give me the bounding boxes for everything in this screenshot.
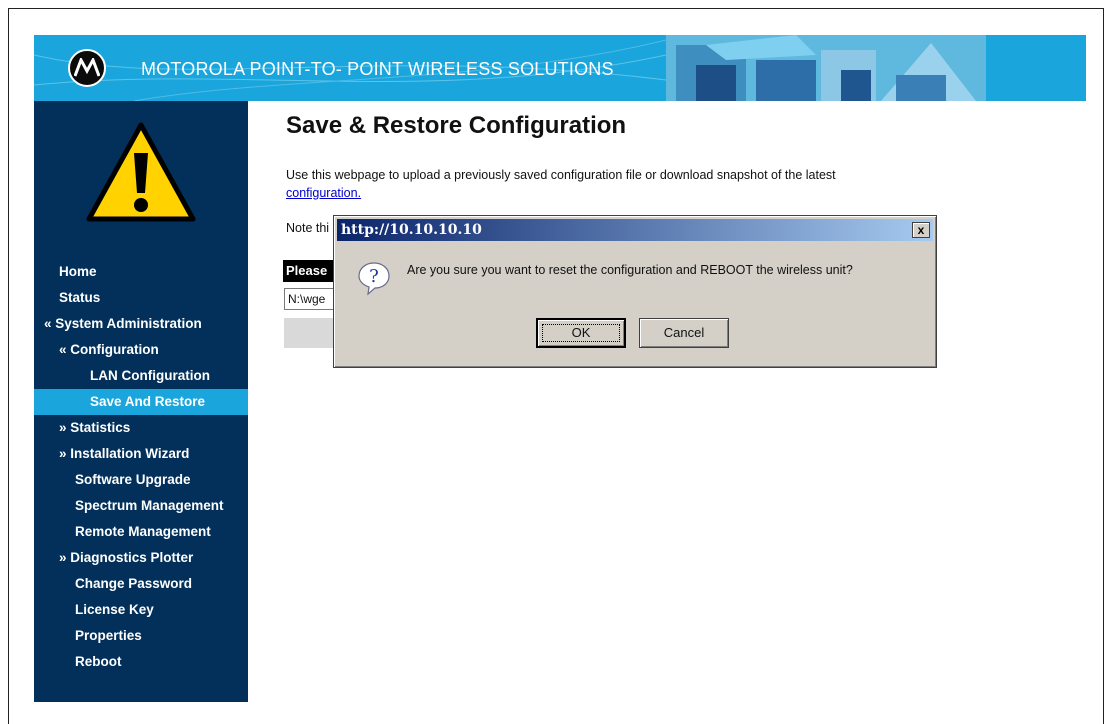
sidebar: Home Status « System Administration « Co… [34,101,248,702]
warning-triangle-icon [86,122,196,222]
sidebar-item-status[interactable]: Status [34,285,248,311]
page-description: Use this webpage to upload a previously … [286,166,936,202]
sidebar-item-home[interactable]: Home [34,259,248,285]
banner-title: MOTOROLA POINT-TO- POINT WIRELESS SOLUTI… [141,59,614,79]
banner-skyline-art [666,35,986,101]
sidebar-item-configuration[interactable]: « Configuration [34,337,248,363]
question-icon: ? [358,262,390,296]
sidebar-item-installation-wizard[interactable]: » Installation Wizard [34,441,248,467]
cancel-button[interactable]: Cancel [639,318,729,348]
dialog-message: Are you sure you want to reset the confi… [407,263,853,277]
header-banner: MOTOROLA POINT-TO- POINT WIRELESS SOLUTI… [34,35,1086,101]
sidebar-item-properties[interactable]: Properties [34,623,248,649]
dialog-title: http://10.10.10.10 [341,222,482,238]
description-text: Use this webpage to upload a previously … [286,168,836,182]
sidebar-item-lan-configuration[interactable]: LAN Configuration [34,363,248,389]
confirm-dialog: http://10.10.10.10 x ? Are you sure you … [333,215,937,368]
sidebar-item-spectrum-management[interactable]: Spectrum Management [34,493,248,519]
note-text: Note thi [286,221,330,235]
configuration-link[interactable]: configuration. [286,186,361,200]
svg-text:?: ? [369,266,379,287]
cancel-button-label: Cancel [663,325,705,340]
sidebar-item-system-administration[interactable]: « System Administration [34,311,248,337]
close-button[interactable]: x [912,222,930,238]
dialog-titlebar[interactable]: http://10.10.10.10 x [337,219,933,241]
sidebar-item-remote-management[interactable]: Remote Management [34,519,248,545]
sidebar-item-change-password[interactable]: Change Password [34,571,248,597]
close-icon: x [917,223,925,237]
ok-button[interactable]: OK [536,318,626,348]
sidebar-item-diagnostics-plotter[interactable]: » Diagnostics Plotter [34,545,248,571]
focus-outline [542,324,620,342]
sidebar-item-save-and-restore[interactable]: Save And Restore [34,389,248,415]
sidebar-item-software-upgrade[interactable]: Software Upgrade [34,467,248,493]
sidebar-item-license-key[interactable]: License Key [34,597,248,623]
sidebar-item-statistics[interactable]: » Statistics [34,415,248,441]
page-title: Save & Restore Configuration [286,112,627,139]
sidebar-item-reboot[interactable]: Reboot [34,649,248,675]
sidebar-nav: Home Status « System Administration « Co… [34,259,248,675]
motorola-logo-icon [68,49,106,87]
